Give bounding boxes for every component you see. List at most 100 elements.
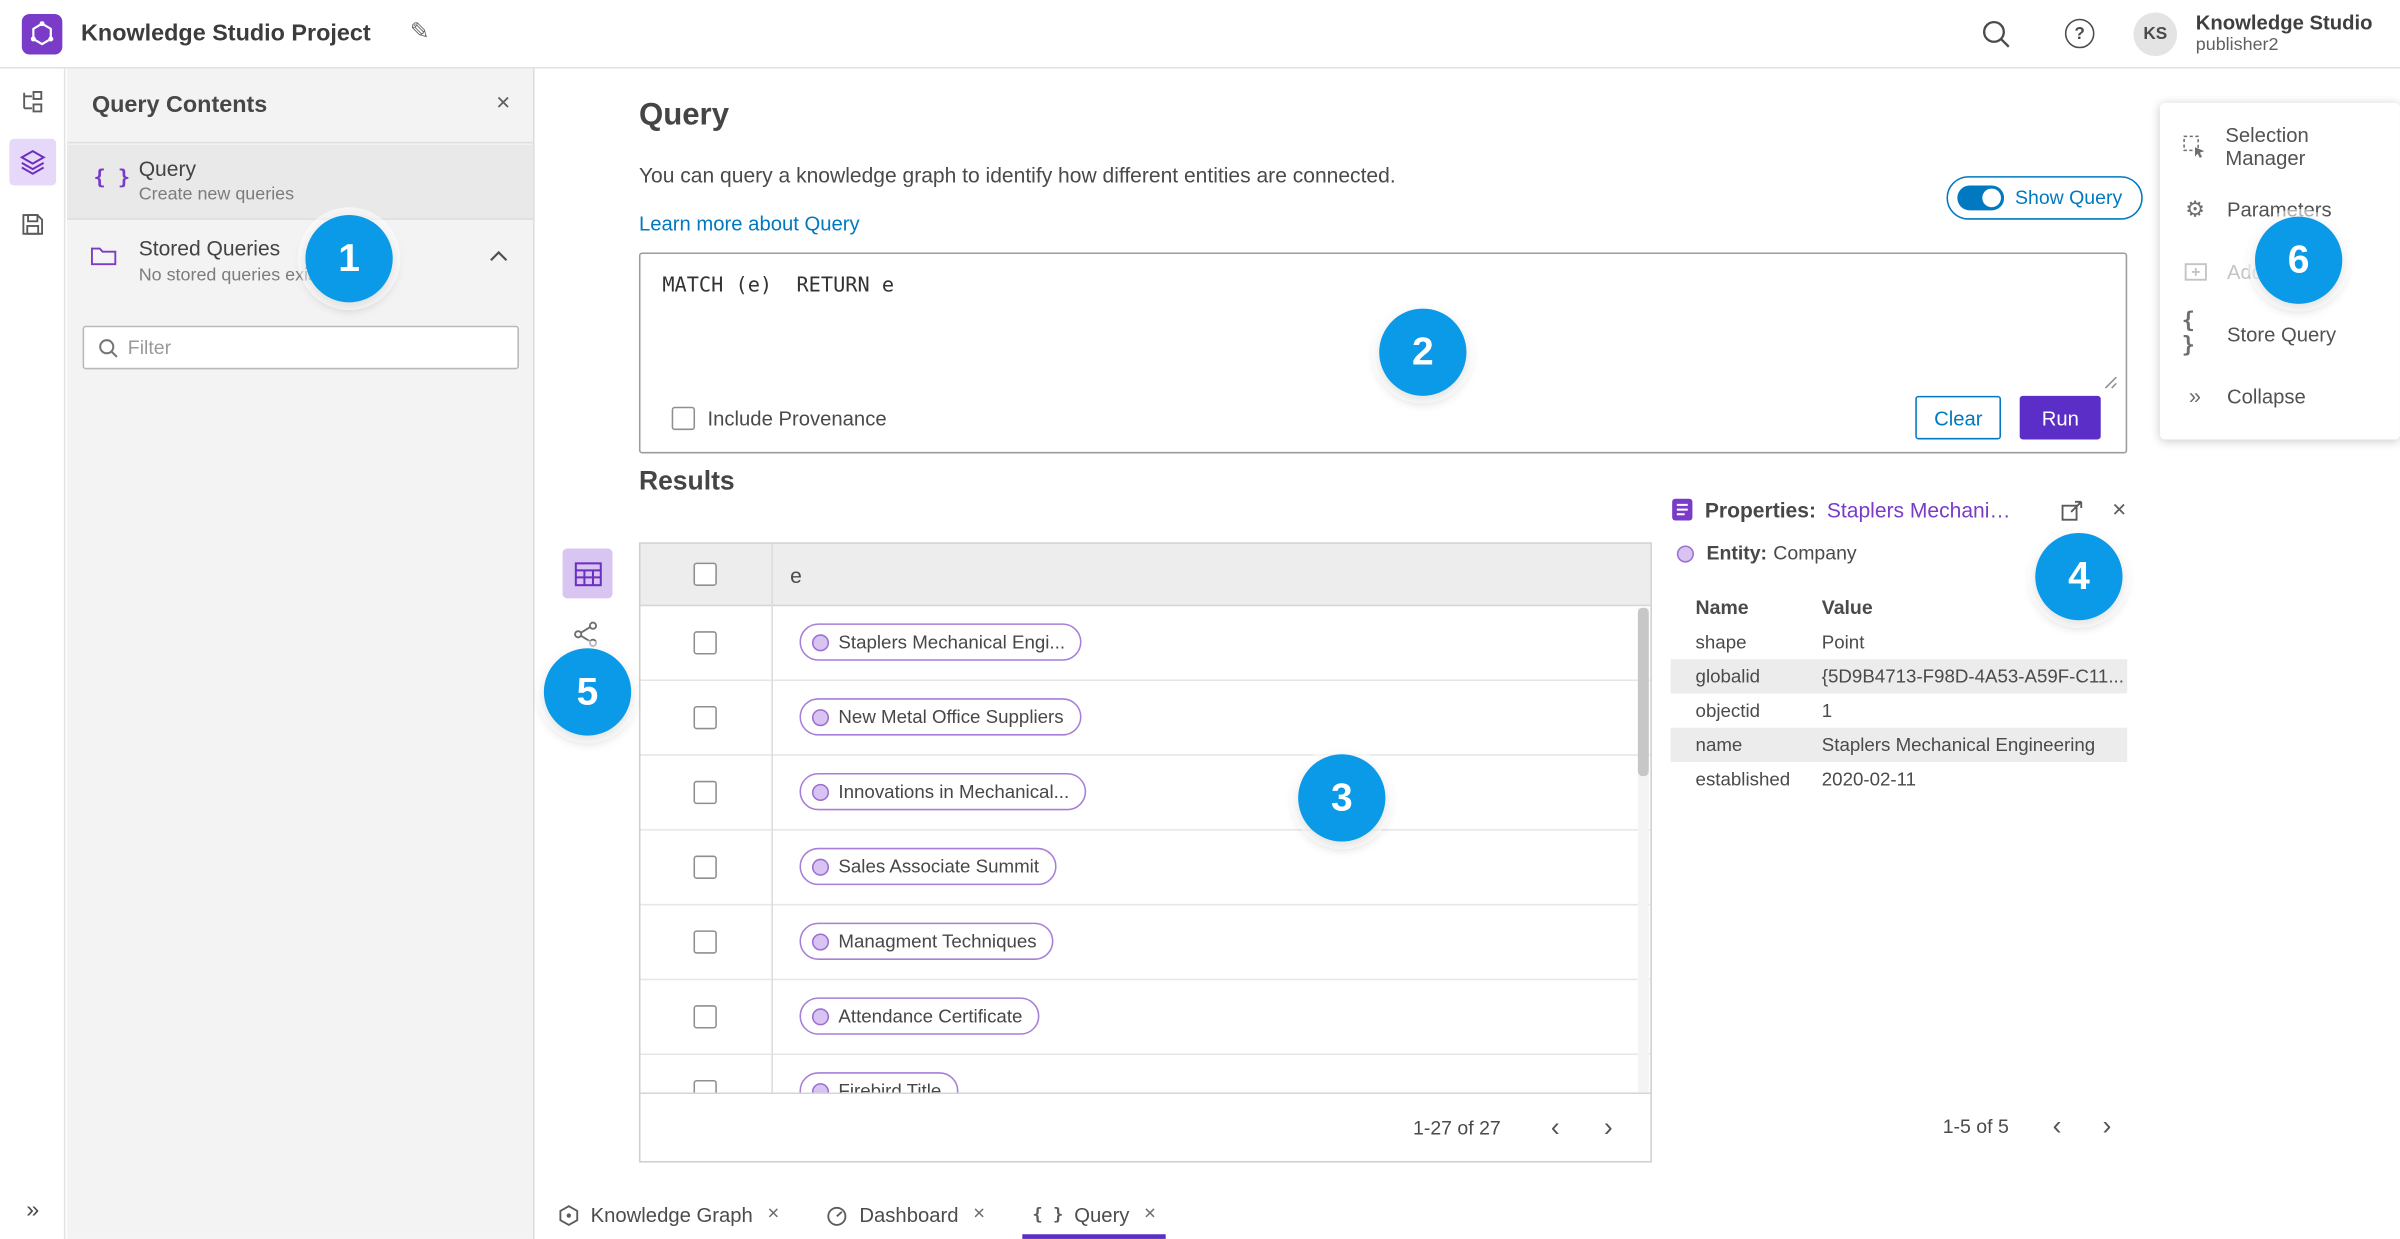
close-icon[interactable]: ✕ [495, 92, 511, 114]
menu-item-selection-manager[interactable]: Selection Manager [2160, 115, 2400, 177]
property-name: established [1695, 768, 1791, 791]
property-name: objectid [1695, 699, 1761, 722]
row-checkbox[interactable] [693, 1005, 717, 1029]
toggle-switch-icon [1957, 185, 2005, 211]
row-checkbox[interactable] [693, 930, 717, 954]
query-item-title: Query [138, 157, 196, 181]
close-properties-icon[interactable]: ✕ [2112, 499, 2128, 521]
search-icon[interactable] [1981, 19, 2012, 50]
property-value: {5D9B4713-F98D-4A53-A59F-C11... [1821, 665, 2124, 688]
entity-pill[interactable]: Innovations in Mechanical... [799, 772, 1087, 811]
panel-title: Query Contents [91, 91, 268, 119]
results-table: e Staplers Mechanical Engi... New Metal … [638, 542, 1652, 1163]
user-menu[interactable]: Knowledge Studio publisher2 [2196, 11, 2373, 56]
table-row: Firebird Title [641, 1055, 1651, 1093]
table-row: Attendance Certificate [640, 980, 1651, 1056]
entity-value: Company [1773, 542, 1857, 565]
app-logo-icon [21, 14, 63, 55]
annotation-badge-6: 6 [2255, 216, 2343, 304]
avatar[interactable]: KS [2133, 12, 2178, 57]
query-item-subtitle: Create new queries [138, 185, 295, 205]
close-tab-icon[interactable]: ✕ [973, 1206, 986, 1223]
next-page-button[interactable]: › [1588, 1107, 1629, 1148]
page-title: Query [638, 98, 730, 133]
chevron-up-icon[interactable] [489, 250, 508, 262]
editor-controls: Include Provenance Clear Run [671, 395, 2101, 440]
graph-view-icon[interactable] [572, 620, 600, 648]
menu-item-label: Collapse [2226, 384, 2306, 408]
user-name: Knowledge Studio [2195, 10, 2373, 35]
entity-pill[interactable]: Managment Techniques [799, 922, 1054, 960]
row-checkbox[interactable] [693, 780, 717, 805]
prev-page-button[interactable]: ‹ [1535, 1107, 1576, 1148]
menu-item-collapse[interactable]: » Collapse [2160, 365, 2400, 427]
entity-dot-icon [811, 1007, 830, 1025]
entity-row: Entity: Company [1676, 542, 1857, 565]
resize-handle-icon[interactable] [2104, 376, 2118, 390]
col-value: Value [1821, 596, 1873, 619]
tab-dashboard[interactable]: Dashboard ✕ [817, 1191, 995, 1239]
catalog-icon[interactable] [9, 78, 56, 125]
top-bar: Knowledge Studio Project ✎ ? KS Knowledg… [0, 0, 2400, 69]
entity-pill[interactable]: New Metal Office Suppliers [799, 698, 1081, 736]
entity-label: Innovations in Mechanical... [838, 780, 1070, 803]
row-checkbox[interactable] [693, 631, 717, 655]
results-pagination: 1-27 of 27 ‹ › [640, 1092, 1651, 1161]
entity-pill[interactable]: Firebird Title [799, 1072, 959, 1093]
row-checkbox[interactable] [693, 1079, 717, 1093]
filter-box [82, 325, 519, 370]
save-icon[interactable] [9, 201, 56, 248]
entity-label: Attendance Certificate [838, 1005, 1023, 1027]
collapse-icon: » [2188, 383, 2202, 409]
include-provenance-checkbox[interactable] [671, 405, 696, 430]
sidebar-item-query[interactable]: { } Query Create new queries [67, 144, 533, 220]
run-button[interactable]: Run [2019, 395, 2101, 440]
close-tab-icon[interactable]: ✕ [1143, 1206, 1156, 1223]
help-icon[interactable]: ? [2064, 18, 2095, 49]
expand-rail-icon[interactable]: » [0, 1197, 65, 1223]
add-to-map-icon [2182, 259, 2208, 284]
project-title: Knowledge Studio Project [81, 20, 371, 47]
menu-item-store-query[interactable]: { } Store Query [2160, 302, 2400, 364]
next-page-button[interactable]: › [2087, 1106, 2128, 1147]
table-row: Managment Techniques [640, 905, 1651, 981]
select-all-checkbox[interactable] [693, 562, 717, 586]
show-query-label: Show Query [2015, 187, 2123, 209]
entity-pill[interactable]: Attendance Certificate [799, 997, 1040, 1035]
menu-item-label: Parameters [2226, 197, 2332, 221]
menu-item-label: Selection Manager [2225, 123, 2309, 170]
entity-pill[interactable]: Staplers Mechanical Engi... [799, 623, 1083, 661]
left-rail: » [0, 68, 66, 1239]
properties-entity-link[interactable]: Staplers Mechanic... [1827, 498, 2014, 521]
learn-more-link[interactable]: Learn more about Query [639, 212, 860, 235]
row-checkbox[interactable] [693, 855, 717, 879]
entity-label: Entity: [1706, 542, 1768, 565]
edit-title-icon[interactable]: ✎ [410, 17, 430, 45]
show-query-toggle[interactable]: Show Query [1946, 176, 2143, 220]
close-tab-icon[interactable]: ✕ [767, 1206, 780, 1223]
row-checkbox[interactable] [693, 705, 717, 730]
property-row: globalid {5D9B4713-F98D-4A53-A59F-C11... [1670, 659, 2128, 694]
table-row: Staplers Mechanical Engi... [640, 606, 1651, 682]
gear-icon: ⚙ [2185, 195, 2205, 221]
scrollbar-thumb[interactable] [1637, 607, 1649, 777]
layers-icon[interactable] [9, 138, 57, 186]
table-icon [574, 561, 601, 586]
col-name: Name [1695, 596, 1749, 619]
filter-input[interactable] [127, 328, 510, 367]
clear-button[interactable]: Clear [1915, 395, 2002, 440]
table-header: e [640, 543, 1651, 607]
query-text[interactable]: MATCH (e) RETURN e [662, 274, 894, 297]
open-in-new-icon[interactable] [2060, 498, 2083, 521]
stored-queries-section[interactable]: Stored Queries No stored queries exist [67, 220, 533, 310]
tab-query[interactable]: { } Query ✕ [1023, 1191, 1166, 1239]
tab-label: Query [1074, 1203, 1130, 1227]
prev-page-button[interactable]: ‹ [2037, 1106, 2078, 1147]
entity-dot-icon [811, 857, 830, 876]
tab-knowledge-graph[interactable]: Knowledge Graph ✕ [549, 1191, 790, 1239]
filter-search-icon [98, 338, 118, 358]
entity-pill[interactable]: Sales Associate Summit [799, 847, 1057, 886]
property-row: objectid 1 [1671, 693, 2128, 727]
tab-label: Dashboard [859, 1203, 959, 1227]
table-view-button[interactable] [562, 548, 613, 599]
